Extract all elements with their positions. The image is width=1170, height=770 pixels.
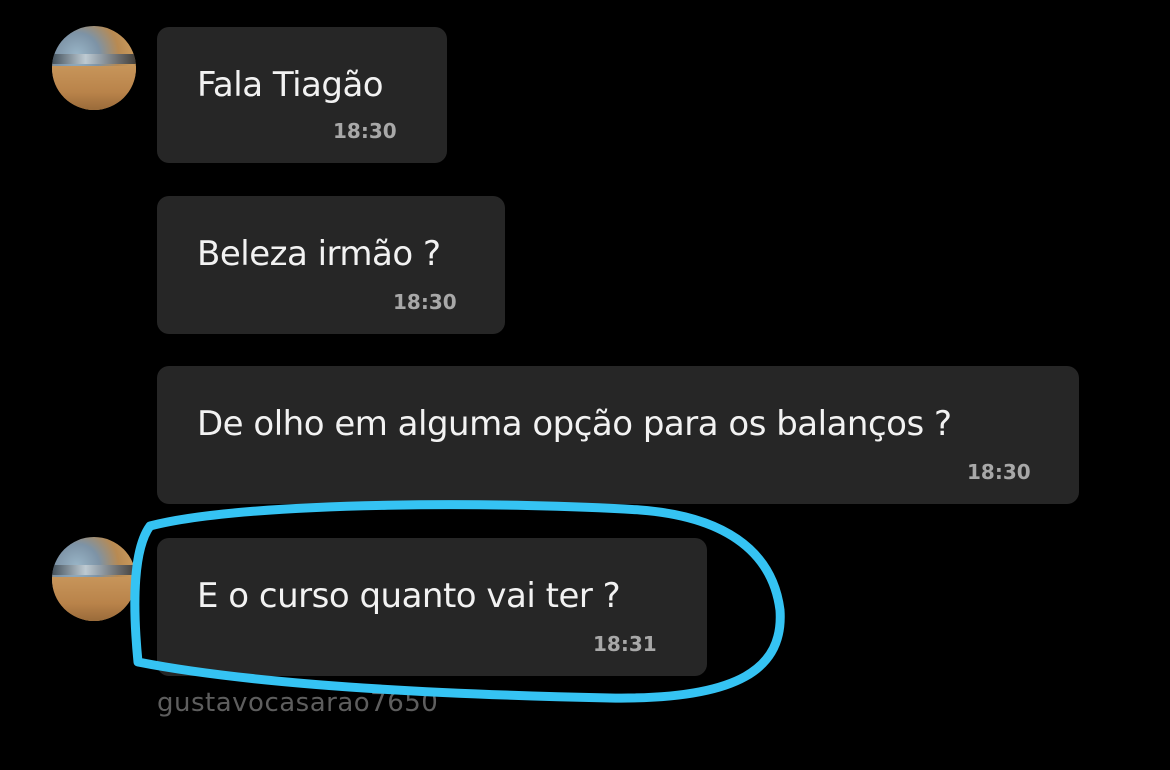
message-bubble[interactable]: Beleza irmão ? 18:30 [157, 196, 505, 334]
message-text: Beleza irmão ? [197, 234, 441, 274]
sender-username[interactable]: gustavocasarao7650 [157, 688, 438, 718]
message-text: E o curso quanto vai ter ? [197, 576, 621, 616]
message-timestamp: 18:30 [393, 290, 457, 314]
message-timestamp: 18:31 [593, 632, 657, 656]
avatar-photo-ground [52, 66, 136, 110]
chat-thread: Fala Tiagão 18:30 Beleza irmão ? 18:30 D… [0, 0, 1170, 770]
message-text: De olho em alguma opção para os balanços… [197, 404, 952, 444]
sender-avatar[interactable] [52, 26, 136, 110]
sender-avatar[interactable] [52, 537, 136, 621]
message-timestamp: 18:30 [333, 119, 397, 143]
message-bubble[interactable]: E o curso quanto vai ter ? 18:31 [157, 538, 707, 676]
avatar-photo-detail [52, 565, 136, 575]
message-text: Fala Tiagão [197, 65, 384, 105]
message-bubble[interactable]: De olho em alguma opção para os balanços… [157, 366, 1079, 504]
message-timestamp: 18:30 [967, 460, 1031, 484]
avatar-photo-ground [52, 577, 136, 621]
avatar-photo-detail [52, 54, 136, 64]
message-bubble[interactable]: Fala Tiagão 18:30 [157, 27, 447, 163]
